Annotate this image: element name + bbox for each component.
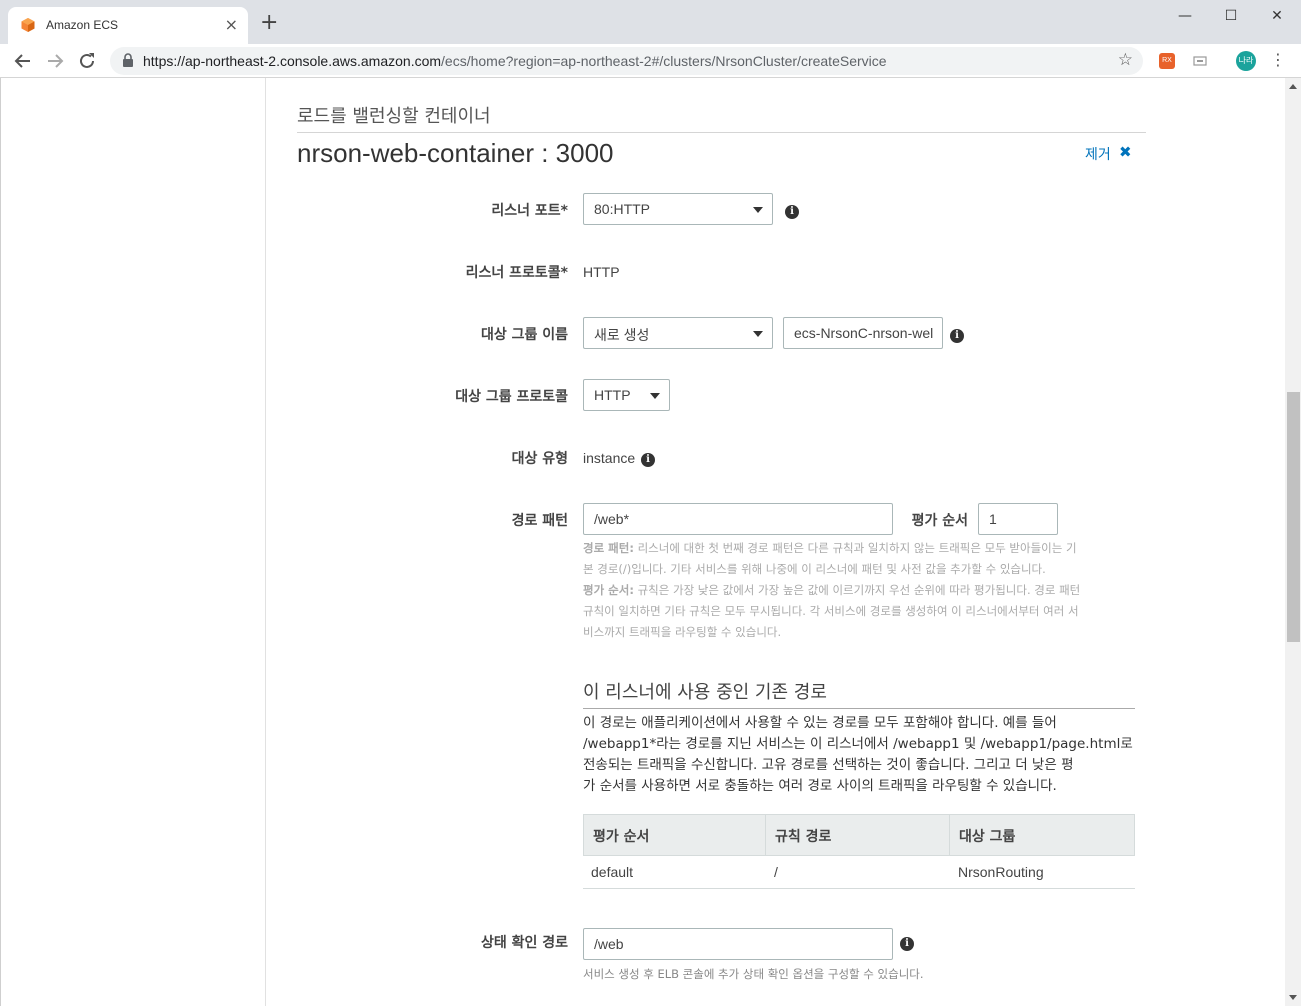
eval-order-label: 평가 순서 — [911, 513, 968, 529]
browser-menu-icon[interactable]: ⋮ — [1270, 50, 1286, 70]
info-icon[interactable]: i — [641, 453, 655, 467]
scroll-down-icon[interactable] — [1289, 995, 1297, 1000]
url-text: https://ap-northeast-2.console.aws.amazo… — [143, 53, 887, 69]
listener-port-select[interactable]: 80:HTTP — [583, 193, 773, 225]
chevron-down-icon — [753, 331, 763, 337]
help-eval-line-1: 평가 순서: 규칙은 가장 낮은 값에서 가장 높은 값에 이르기까지 우선 순… — [583, 580, 1138, 601]
window-close-icon[interactable]: ✕ — [1254, 6, 1300, 28]
help-path-text-2: 본 경로(/)입니다. 기타 서비스를 위해 나중에 이 리스너에 패턴 및 사… — [583, 562, 1046, 576]
section-title: 로드를 밸런싱할 컨테이너 — [297, 106, 491, 127]
path-pattern-label: 경로 패턴 — [511, 513, 568, 529]
profile-avatar[interactable]: 나라 — [1236, 51, 1256, 71]
target-group-select-value: 새로 생성 — [594, 327, 650, 343]
address-bar[interactable]: https://ap-northeast-2.console.aws.amazo… — [110, 47, 1143, 75]
column-separator — [765, 815, 766, 855]
table-header: 평가 순서 규칙 경로 대상 그룹 — [583, 814, 1135, 856]
cell-rule-path: / — [774, 864, 778, 880]
forward-arrow-icon[interactable] — [44, 50, 66, 72]
extension-rx-icon[interactable]: RX — [1159, 53, 1175, 69]
help-path-title: 경로 패턴: — [583, 541, 634, 555]
health-check-help: 서비스 생성 후 ELB 콘솔에 추가 상태 확인 옵션을 구성할 수 있습니다… — [583, 967, 924, 981]
aws-ecs-favicon-icon — [21, 18, 35, 32]
info-icon[interactable]: i — [900, 937, 914, 951]
tab-close-icon[interactable]: × — [225, 15, 238, 35]
desc-line-1: 이 경로는 애플리케이션에서 사용할 수 있는 경로를 모두 포함해야 합니다.… — [583, 715, 1057, 731]
eval-order-value: 1 — [989, 511, 997, 527]
section-divider — [297, 132, 1146, 133]
url-host: https://ap-northeast-2.console.aws.amazo… — [143, 53, 442, 69]
health-check-value: /web — [594, 936, 624, 952]
target-group-protocol-label: 대상 그룹 프로토콜 — [455, 389, 568, 405]
info-icon[interactable]: i — [785, 205, 799, 219]
info-icon[interactable]: i — [950, 329, 964, 343]
new-tab-button[interactable]: + — [260, 12, 278, 34]
tab-title: Amazon ECS — [46, 18, 119, 32]
back-arrow-icon[interactable] — [12, 50, 34, 72]
help-eval-text-1: 규칙은 가장 낮은 값에서 가장 높은 값에 이르기까지 우선 순위에 따라 평… — [633, 583, 1081, 597]
desc-line-3: 전송되는 트래픽을 수신합니다. 고유 경로를 선택하는 것이 좋습니다. 그리… — [583, 757, 1074, 773]
target-group-protocol-value: HTTP — [594, 387, 631, 403]
target-group-name-value: ecs-NrsonC-nrson-wel — [794, 325, 934, 341]
remove-link[interactable]: 제거 — [1085, 144, 1111, 164]
target-group-protocol-select[interactable]: HTTP — [583, 379, 670, 411]
browser-tab[interactable]: Amazon ECS × — [8, 7, 248, 44]
reload-icon[interactable] — [76, 50, 98, 72]
container-title: nrson-web-container : 3000 — [297, 138, 614, 168]
tab-strip: Amazon ECS × + — ☐ ✕ — [0, 0, 1301, 44]
existing-routes-divider — [583, 708, 1135, 709]
target-group-name-input[interactable]: ecs-NrsonC-nrson-wel — [783, 317, 943, 349]
page-viewport: 로드를 밸런싱할 컨테이너 nrson-web-container : 3000… — [0, 78, 1301, 1006]
listener-port-value: 80:HTTP — [594, 201, 651, 217]
help-path-text-1: 리스너에 대한 첫 번째 경로 패턴은 다른 규칙과 일치하지 않는 트래픽은 … — [633, 541, 1077, 555]
target-group-select[interactable]: 새로 생성 — [583, 317, 773, 349]
remove-x-icon[interactable]: ✖ — [1119, 143, 1132, 161]
minimize-icon[interactable]: — — [1162, 6, 1208, 28]
cell-target-group: NrsonRouting — [958, 864, 1044, 880]
browser-toolbar: https://ap-northeast-2.console.aws.amazo… — [0, 44, 1301, 78]
existing-routes-title: 이 리스너에 사용 중인 기존 경로 — [583, 682, 827, 703]
target-type-label: 대상 유형 — [511, 451, 568, 467]
help-eval-text-3: 비스까지 트래픽을 라우팅할 수 있습니다. — [583, 625, 782, 639]
cell-eval-order: default — [591, 864, 634, 880]
help-eval-title: 평가 순서: — [583, 583, 634, 597]
column-header-rule-path: 규칙 경로 — [775, 829, 832, 845]
desc-line-4: 가 순서를 사용하면 서로 충돌하는 여러 경로 사이의 트래픽을 라우팅할 수… — [583, 778, 1057, 794]
listener-protocol-label: 리스너 프로토콜* — [465, 265, 568, 281]
lock-icon — [123, 53, 133, 67]
health-check-label: 상태 확인 경로 — [480, 935, 568, 951]
health-check-input[interactable]: /web — [583, 928, 893, 960]
listener-protocol-value: HTTP — [583, 264, 620, 280]
scrollbar-thumb[interactable] — [1287, 392, 1300, 642]
chevron-down-icon — [753, 207, 763, 213]
column-header-target-group: 대상 그룹 — [959, 829, 1016, 845]
help-eval-text-2: 규칙이 일치하면 기타 규칙은 모두 무시됩니다. 각 서비스에 경로를 생성하… — [583, 604, 1079, 618]
url-path: /ecs/home?region=ap-northeast-2#/cluster… — [441, 53, 887, 69]
maximize-icon[interactable]: ☐ — [1208, 6, 1254, 28]
listener-port-label: 리스너 포트* — [491, 203, 568, 219]
help-path-line-1: 경로 패턴: 리스너에 대한 첫 번째 경로 패턴은 다른 규칙과 일치하지 않… — [583, 538, 1138, 559]
chevron-down-icon — [650, 393, 660, 399]
column-separator — [949, 815, 950, 855]
path-pattern-value: /web* — [594, 511, 630, 527]
extension-cast-icon[interactable] — [1192, 53, 1208, 69]
column-header-eval-order: 평가 순서 — [593, 829, 650, 845]
existing-routes-description: 이 경로는 애플리케이션에서 사용할 수 있는 경로를 모두 포함해야 합니다.… — [583, 713, 1138, 797]
path-pattern-help: 경로 패턴: 리스너에 대한 첫 번째 경로 패턴은 다른 규칙과 일치하지 않… — [583, 538, 1138, 643]
scroll-up-icon[interactable] — [1289, 84, 1297, 89]
table-row: default / NrsonRouting — [583, 856, 1135, 889]
desc-line-2: /webapp1*라는 경로를 지닌 서비스는 이 리스너에서 /webapp1… — [583, 736, 1133, 752]
page-scrollbar[interactable] — [1285, 78, 1301, 1006]
bookmark-star-icon[interactable]: ☆ — [1118, 50, 1133, 70]
target-type-value: instance — [583, 450, 636, 466]
target-group-name-label: 대상 그룹 이름 — [480, 327, 568, 343]
eval-order-input[interactable]: 1 — [978, 503, 1058, 535]
